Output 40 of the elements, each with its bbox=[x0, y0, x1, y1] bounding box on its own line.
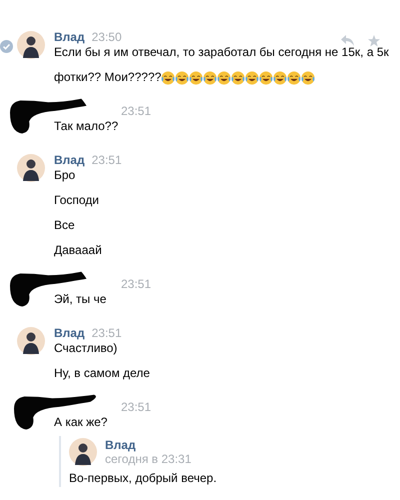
avatar[interactable] bbox=[17, 154, 45, 182]
laughing-face-icon bbox=[245, 70, 260, 84]
laughing-face-icon bbox=[217, 70, 232, 84]
message-time: 23:51 bbox=[92, 152, 122, 166]
laughing-face-icon bbox=[189, 70, 204, 84]
star-icon[interactable] bbox=[368, 35, 380, 47]
check-icon[interactable] bbox=[0, 40, 13, 53]
laughing-face-icon bbox=[259, 70, 274, 84]
message-text: Бро bbox=[54, 168, 76, 183]
message-time: 23:51 bbox=[92, 326, 122, 340]
author-name[interactable]: Влад bbox=[105, 438, 217, 452]
laughing-face-icon bbox=[301, 70, 316, 84]
message-text: Счастливо) bbox=[54, 341, 118, 356]
message-time: сегодня в 23:31 bbox=[105, 452, 192, 466]
message-time: 23:51 bbox=[121, 104, 152, 118]
author-name[interactable]: Влад bbox=[54, 30, 85, 44]
message-text: Эй, ты че bbox=[54, 292, 106, 307]
message-text: Все bbox=[54, 218, 75, 233]
avatar[interactable] bbox=[17, 327, 45, 355]
author-name[interactable]: Влад bbox=[54, 326, 85, 340]
message-text: Господи bbox=[54, 193, 99, 208]
laughing-face-icon bbox=[287, 70, 302, 84]
avatar[interactable] bbox=[17, 31, 45, 59]
author-name[interactable]: Влад bbox=[54, 152, 85, 166]
laughing-face-icon bbox=[231, 70, 246, 84]
avatar[interactable] bbox=[69, 438, 97, 466]
message-time: 23:50 bbox=[92, 30, 122, 44]
laughing-face-icon bbox=[161, 70, 176, 84]
message-text: Ну, в самом деле bbox=[54, 366, 150, 381]
laughing-face-icon bbox=[273, 70, 288, 84]
message-text: А как же? bbox=[54, 415, 108, 430]
laughing-face-icon bbox=[203, 70, 218, 84]
message-text: Если бы я им отвечал, то заработал бы сегодня не 15к, а 5к bbox=[54, 45, 389, 60]
message-text: фотки?? Мои????? bbox=[54, 70, 162, 85]
message-text: Так мало?? bbox=[54, 119, 118, 134]
message-text: Во-первых, добрый вечер. bbox=[69, 471, 217, 485]
message-text: Давааай bbox=[54, 243, 102, 258]
message-time: 23:51 bbox=[121, 400, 152, 414]
laughing-face-icon bbox=[175, 70, 190, 84]
message-time: 23:51 bbox=[121, 276, 152, 290]
